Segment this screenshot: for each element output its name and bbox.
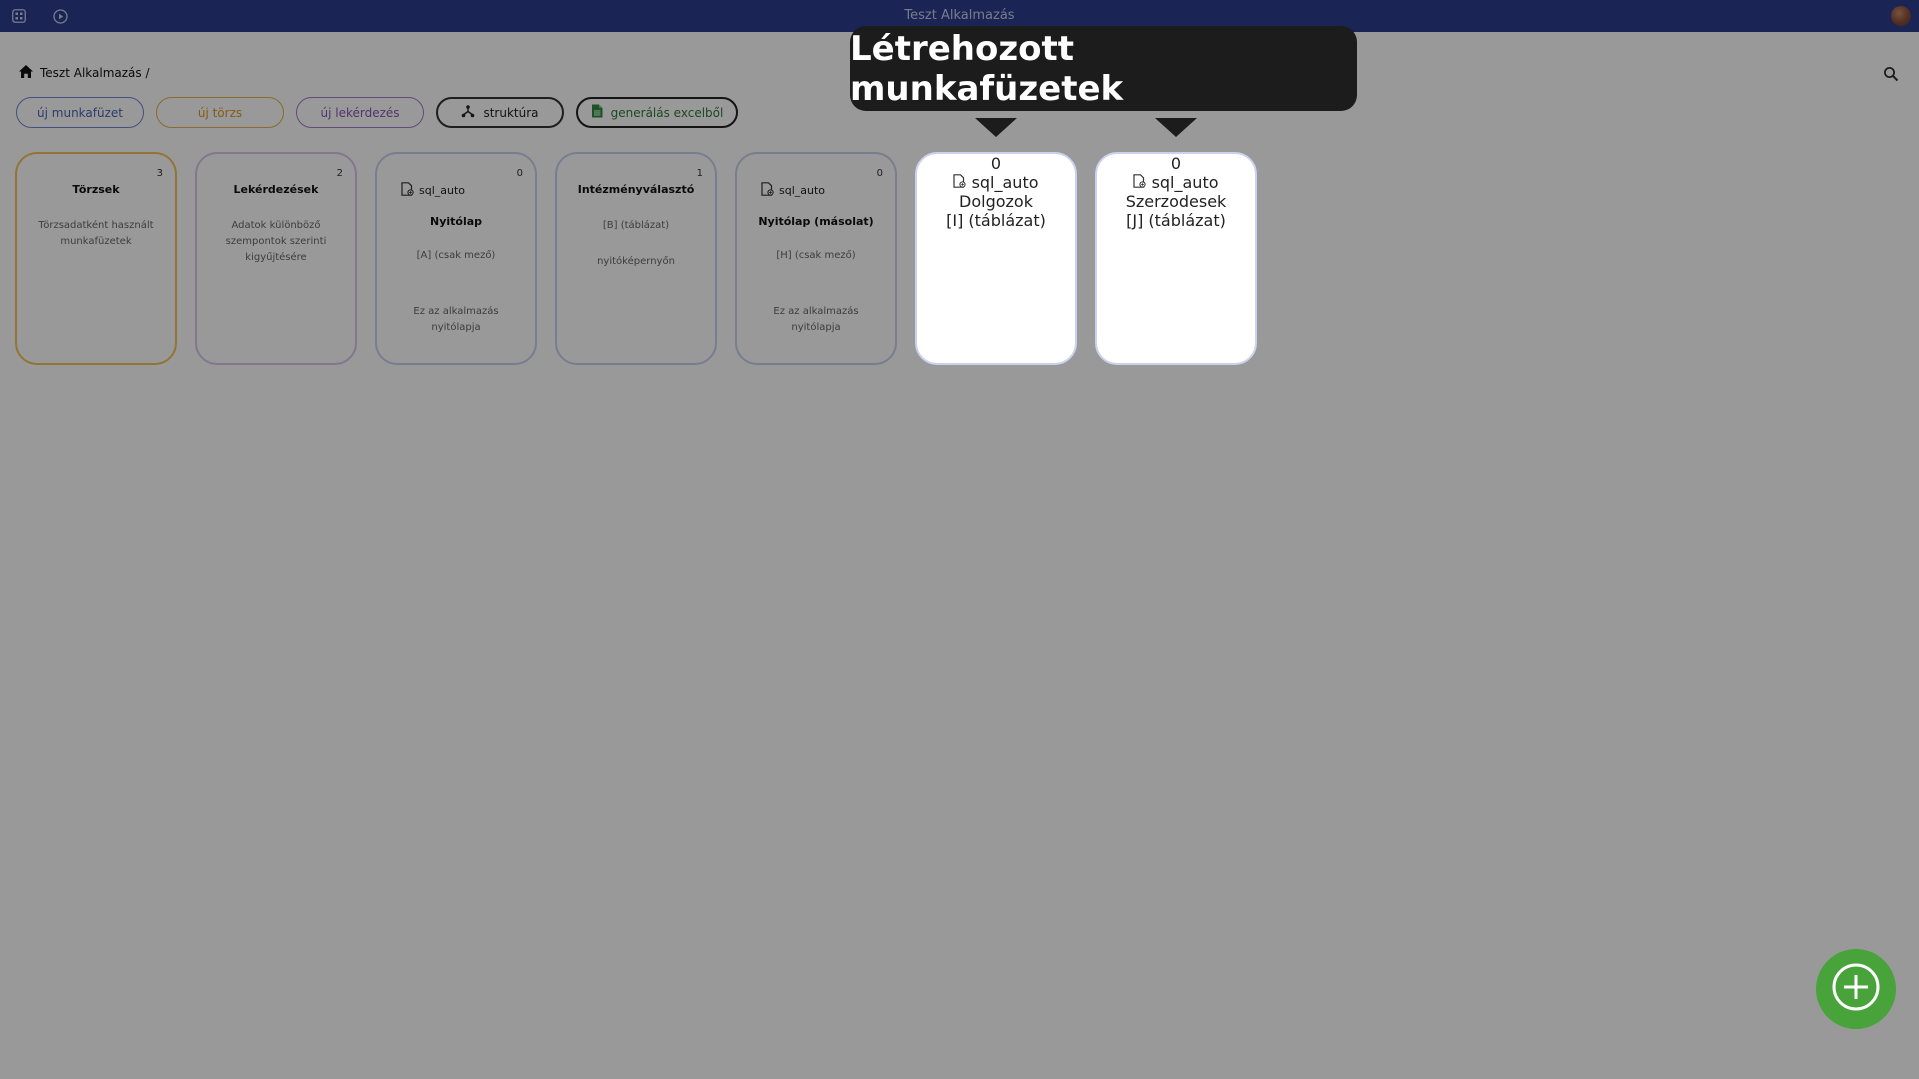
new-query-label: új lekérdezés <box>320 105 400 120</box>
workbook-card[interactable]: 0 sql_auto Nyitólap (másolat) [H] (csak … <box>735 152 897 365</box>
structure-button[interactable]: struktúra <box>436 97 564 128</box>
card-count: 0 <box>990 154 1002 173</box>
card-kind-label: sql_auto <box>971 173 1039 192</box>
home-icon[interactable] <box>18 64 34 82</box>
avatar[interactable] <box>1891 6 1911 26</box>
card-table-code: [B] (táblázat) <box>602 220 670 231</box>
app-title: Teszt Alkalmazás <box>904 8 1015 23</box>
new-master-label: új törzs <box>197 105 243 120</box>
hierarchy-icon <box>461 104 475 121</box>
workbook-card[interactable]: 0 sql_auto Nyitólap [A] (csak mező) Ez a… <box>375 152 537 365</box>
sql-file-icon <box>401 182 414 199</box>
card-title: Lekérdezések <box>233 183 319 196</box>
card-table-code: [A] (csak mező) <box>416 250 496 261</box>
add-fab-button[interactable] <box>1816 949 1896 1029</box>
card-count: 2 <box>336 168 343 179</box>
card-kind-label: sql_auto <box>419 184 466 197</box>
card-description: Ez az alkalmazás nyitólapja <box>413 306 499 333</box>
sql-file-icon <box>1133 173 1147 192</box>
card-count: 0 <box>876 168 883 179</box>
tooltip-pointer <box>975 118 1017 137</box>
card-title: Nyitólap (másolat) <box>758 215 874 228</box>
tour-tooltip: Létrehozott munkafüzetek <box>850 26 1357 111</box>
card-count: 1 <box>696 168 703 179</box>
tooltip-pointer <box>1155 118 1197 137</box>
add-circle-icon <box>1830 961 1882 1017</box>
generate-excel-button[interactable]: generálás excelből <box>576 97 738 128</box>
generate-excel-label: generálás excelből <box>610 105 724 120</box>
card-table-code: [I] (táblázat) <box>946 211 1046 230</box>
card-kind: sql_auto <box>761 182 825 199</box>
card-count: 0 <box>516 168 523 179</box>
structure-label: struktúra <box>483 105 539 120</box>
workbook-card[interactable]: 2 Lekérdezések Adatok különböző szempont… <box>195 152 357 365</box>
card-description: Adatok különböző szempontok szerinti kig… <box>225 220 327 263</box>
new-query-button[interactable]: új lekérdezés <box>296 97 424 128</box>
card-table-code: [J] (táblázat) <box>1126 211 1226 230</box>
card-description: Ez az alkalmazás nyitólapja <box>773 306 859 333</box>
card-title: Szerzodesek <box>1125 192 1227 211</box>
card-title: Nyitólap <box>429 215 483 228</box>
workbook-card[interactable]: 3 Törzsek Törzsadatként használt munkafü… <box>15 152 177 365</box>
sql-file-icon <box>761 182 774 199</box>
workbook-card[interactable]: 1 Intézményválasztó [B] (táblázat) nyitó… <box>555 152 717 365</box>
breadcrumb: Teszt Alkalmazás / <box>18 65 150 81</box>
sql-file-icon <box>953 173 967 192</box>
new-workbook-label: új munkafüzet <box>37 105 123 120</box>
workbook-card[interactable]: 0 sql_auto Szerzodesek [J] (táblázat) <box>1095 152 1257 365</box>
card-kind: sql_auto <box>401 182 465 199</box>
card-kind-label: sql_auto <box>779 184 826 197</box>
new-workbook-button[interactable]: új munkafüzet <box>16 97 144 128</box>
card-table-code: [H] (csak mező) <box>776 250 856 261</box>
tooltip-text: Létrehozott munkafüzetek <box>850 28 1124 109</box>
spreadsheet-file-icon <box>591 104 603 121</box>
card-title: Dolgozok <box>959 192 1033 211</box>
workbook-card[interactable]: 0 sql_auto Dolgozok [I] (táblázat) <box>915 152 1077 365</box>
card-count: 0 <box>1170 154 1182 173</box>
card-title: Törzsek <box>72 183 120 196</box>
card-kind: sql_auto <box>1097 173 1255 192</box>
card-kind: sql_auto <box>917 173 1075 192</box>
breadcrumb-label[interactable]: Teszt Alkalmazás / <box>40 66 150 80</box>
card-count: 3 <box>156 168 163 179</box>
card-title: Intézményválasztó <box>577 183 695 196</box>
card-description: nyitóképernyőn <box>597 256 675 267</box>
new-master-button[interactable]: új törzs <box>156 97 284 128</box>
card-description: Törzsadatként használt munkafüzetek <box>38 220 154 247</box>
card-kind-label: sql_auto <box>1151 173 1219 192</box>
search-icon[interactable] <box>1883 66 1899 82</box>
